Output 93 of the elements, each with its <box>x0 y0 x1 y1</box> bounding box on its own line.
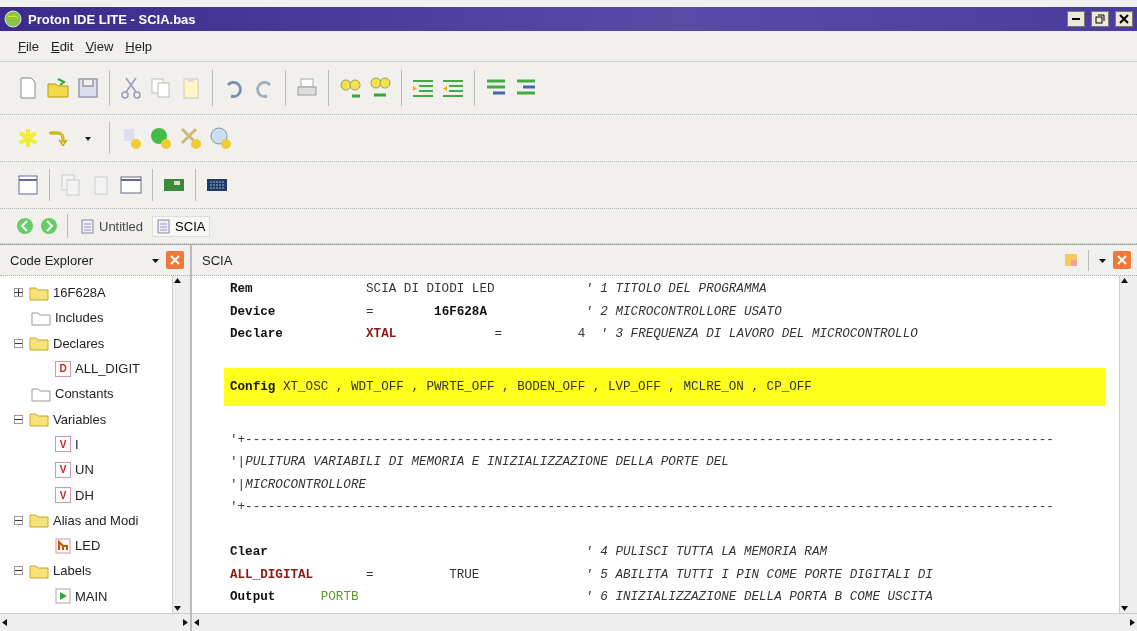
tree-item[interactable]: 16F628A <box>53 285 106 301</box>
document-icon <box>157 218 171 234</box>
code-token: '| <box>230 455 246 470</box>
restore-button[interactable] <box>1091 11 1109 27</box>
code-token: Output <box>230 590 277 605</box>
expand-toggle[interactable] <box>14 566 23 576</box>
back-icon[interactable] <box>16 217 34 235</box>
tree-item[interactable]: Variables <box>53 411 107 427</box>
document-tab[interactable]: SCIA <box>153 216 210 236</box>
folder-icon <box>31 309 51 326</box>
tree-item[interactable]: DH <box>75 487 94 503</box>
tree-item[interactable]: Includes <box>55 310 104 326</box>
code-token: ' 2 MICROCONTROLLORE USATO <box>585 304 782 319</box>
variable-badge: V <box>55 436 71 453</box>
scrollbar[interactable] <box>1119 276 1137 613</box>
menu-item[interactable]: View <box>85 38 114 54</box>
tree-item[interactable]: Labels <box>53 563 92 579</box>
tree-item[interactable]: Alias and Modi <box>53 512 139 528</box>
code-token: '+----------------------------------------------------------------------------------------------------------- <box>230 432 1054 447</box>
copy-icon[interactable] <box>149 76 173 100</box>
save-icon[interactable] <box>76 76 100 100</box>
tree-item[interactable]: I <box>75 436 79 452</box>
cut-icon[interactable] <box>119 76 143 100</box>
code-token: PORTB <box>320 590 360 605</box>
scroll-left-icon[interactable] <box>0 618 9 627</box>
code-token: = <box>366 304 375 319</box>
minimize-button[interactable] <box>1067 11 1085 27</box>
code-token: = 4 <box>494 327 587 342</box>
folder-icon <box>29 562 49 579</box>
code-token: ' 1 TITOLO DEL PROGRAMMA <box>585 282 767 297</box>
code-token: XT_OSC , WDT_OFF , PWRTE_OFF , BODEN_OFF , LVP_OFF , MCLRE_ON , CP_OFF <box>282 380 812 394</box>
tree-item[interactable]: ALL_DIGIT <box>75 361 141 377</box>
code-token: ' 3 FREQUENZA DI LAVORO DEL MICROCONTROLLO <box>600 327 918 342</box>
tree-item[interactable]: MAIN <box>75 588 108 604</box>
code-token: = TRUE <box>366 567 481 582</box>
code-token: MICROCONTROLLORE <box>245 477 367 492</box>
folder-icon <box>31 385 51 402</box>
code-token: PULITURA VARIABILI DI MEMORIA E INIZIALIZZAZIONE DELLA PORTE DEL <box>245 455 729 470</box>
window-icon[interactable] <box>119 173 143 197</box>
scrollbar[interactable] <box>172 276 190 613</box>
menu-item[interactable]: File <box>18 38 39 54</box>
variable-badge: V <box>55 487 71 503</box>
plus-icon <box>15 289 22 297</box>
scroll-left-icon[interactable] <box>192 618 201 627</box>
code-token: Device <box>230 304 277 319</box>
folder-icon <box>29 284 49 301</box>
variable-badge: V <box>55 461 71 478</box>
code-token: ' 5 ABILITA TUTTI I PIN COME PORTE DIGITALI DI <box>585 567 933 582</box>
code-token: Config <box>230 380 277 394</box>
expand-toggle[interactable] <box>14 414 23 424</box>
document-icon <box>81 218 94 234</box>
folder-icon <box>29 335 49 352</box>
code-token: Rem <box>230 282 254 297</box>
declare-badge: D <box>55 360 71 377</box>
tree-item[interactable]: LED <box>75 538 101 554</box>
code-token: ' 4 PULISCI TUTTA LA MEMORIA RAM <box>585 545 828 560</box>
code-token: Declare <box>230 327 284 342</box>
scroll-right-icon[interactable] <box>1128 618 1137 627</box>
globe-icon <box>4 10 22 28</box>
code-token: Clear <box>230 545 269 560</box>
panel-title: Code Explorer <box>10 252 95 268</box>
editor-title: SCIA <box>202 252 234 268</box>
expand-toggle[interactable] <box>14 338 23 348</box>
restore-icon <box>1095 14 1105 24</box>
code-token: SCIA DI DIODI LED <box>366 282 496 297</box>
expand-toggle[interactable] <box>14 515 23 525</box>
folder-icon <box>29 512 49 529</box>
window-list-icon[interactable] <box>16 173 40 197</box>
open-folder-icon[interactable] <box>46 76 70 100</box>
scroll-right-icon[interactable] <box>181 618 190 627</box>
window-title: Proton IDE LITE - SCIA.bas <box>28 11 197 27</box>
tree-item[interactable]: Constants <box>55 386 114 402</box>
play-icon <box>55 588 71 605</box>
close-icon <box>1119 14 1129 24</box>
close-icon[interactable] <box>166 251 184 269</box>
close-icon[interactable] <box>1113 251 1131 269</box>
menu-item[interactable]: Help <box>125 38 153 54</box>
expand-toggle[interactable] <box>14 288 23 298</box>
code-token: ' 6 INIZIALIZZAZIONE DELLA PORTA B COME USCITA <box>585 590 933 605</box>
forward-icon[interactable] <box>40 217 58 235</box>
minimize-icon <box>1072 18 1080 20</box>
tree-item[interactable]: UN <box>75 462 94 478</box>
menu-item[interactable]: Edit <box>50 38 74 54</box>
folder-icon <box>29 411 49 428</box>
code-token: '+----------------------------------------------------------------------------------------------------------- <box>230 500 1054 515</box>
tree-item[interactable]: Declares <box>53 335 105 351</box>
code-token: ALL_DIGITAL <box>230 567 315 582</box>
alias-icon <box>55 537 71 554</box>
close-button[interactable] <box>1115 11 1133 27</box>
document-tab[interactable]: Untitled <box>77 216 148 236</box>
code-token: '| <box>230 477 246 492</box>
code-token: 16F628A <box>434 304 488 319</box>
code-token: XTAL <box>366 327 398 342</box>
